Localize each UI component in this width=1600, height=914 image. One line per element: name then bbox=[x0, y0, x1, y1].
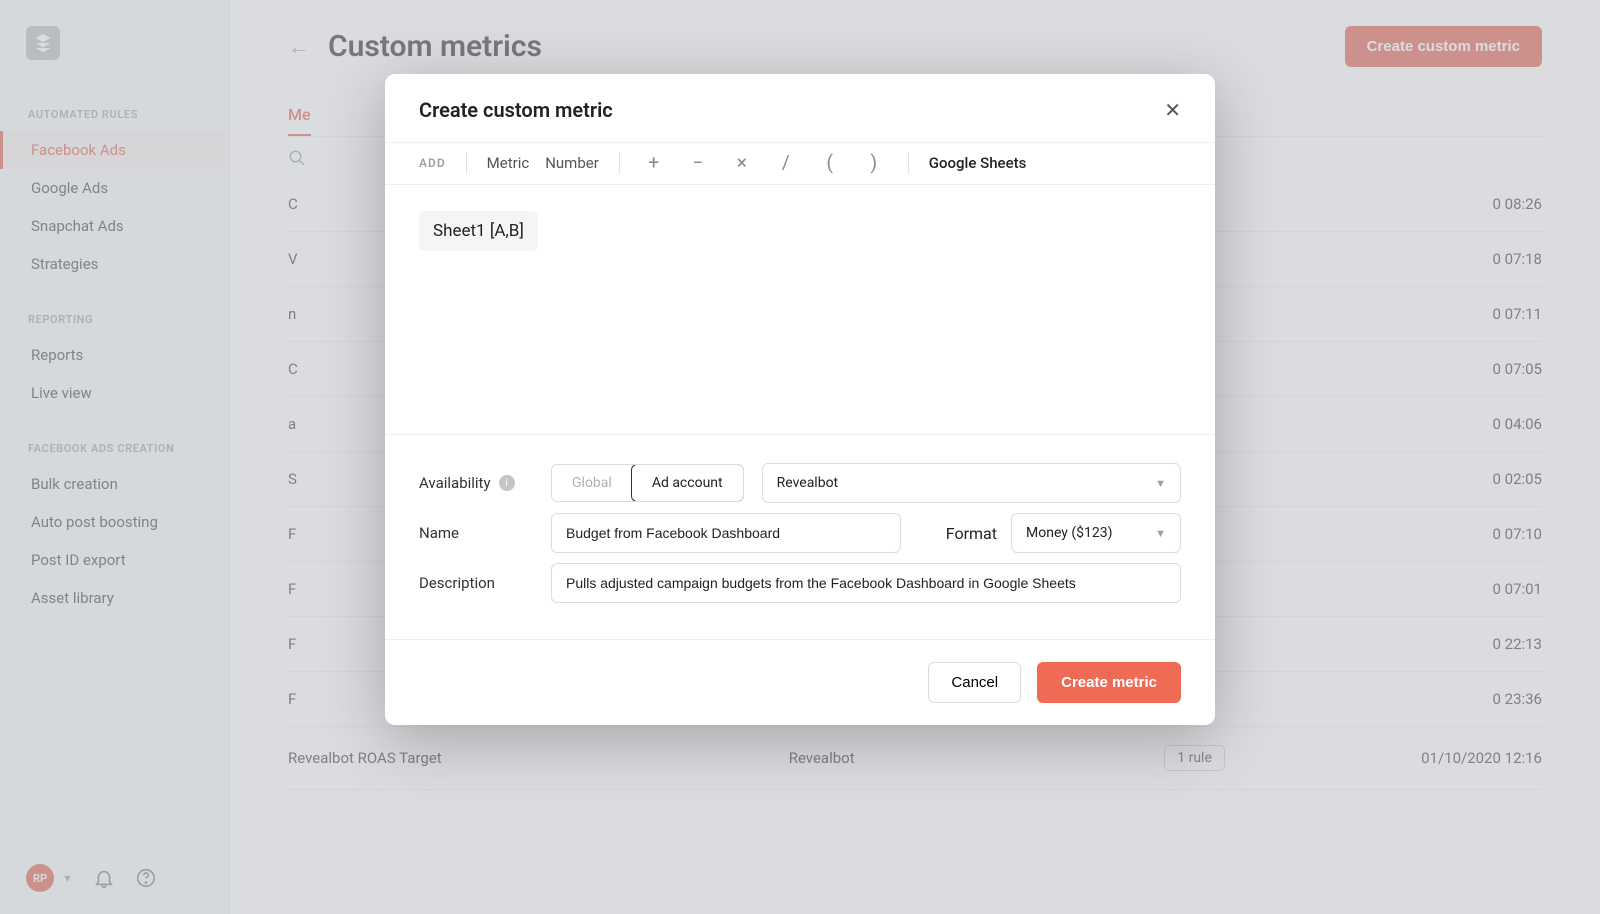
operator-plus[interactable]: + bbox=[640, 151, 668, 174]
create-custom-metric-modal: Create custom metric ✕ ADD Metric Number… bbox=[385, 74, 1215, 725]
availability-label: Availability i bbox=[419, 474, 551, 492]
operator-minus[interactable]: − bbox=[684, 151, 712, 174]
name-label: Name bbox=[419, 524, 551, 542]
ad-account-select[interactable]: Revealbot ▼ bbox=[762, 463, 1181, 503]
format-label: Format bbox=[946, 524, 997, 543]
operator-close-paren[interactable]: ) bbox=[860, 151, 888, 174]
modal-overlay: Create custom metric ✕ ADD Metric Number… bbox=[0, 0, 1600, 914]
formula-chip-sheet-ref[interactable]: Sheet1 [A,B] bbox=[419, 211, 538, 251]
formula-toolbar: ADD Metric Number + − × / ( ) Google She… bbox=[385, 142, 1215, 185]
operator-divide[interactable]: / bbox=[772, 151, 800, 174]
operator-multiply[interactable]: × bbox=[728, 151, 756, 174]
google-sheets-link[interactable]: Google Sheets bbox=[929, 154, 1027, 172]
close-icon[interactable]: ✕ bbox=[1164, 98, 1181, 122]
toolbar-add-label: ADD bbox=[419, 156, 446, 170]
insert-metric-link[interactable]: Metric bbox=[487, 154, 530, 172]
description-label: Description bbox=[419, 574, 551, 592]
chevron-down-icon: ▼ bbox=[1155, 477, 1166, 490]
formula-editor[interactable]: Sheet1 [A,B] bbox=[385, 185, 1215, 435]
operator-open-paren[interactable]: ( bbox=[816, 151, 844, 174]
cancel-button[interactable]: Cancel bbox=[928, 662, 1021, 703]
metric-name-input[interactable] bbox=[551, 513, 901, 553]
insert-number-link[interactable]: Number bbox=[545, 154, 599, 172]
format-select[interactable]: Money ($123) ▼ bbox=[1011, 513, 1181, 553]
availability-ad-account[interactable]: Ad account bbox=[631, 464, 744, 502]
info-icon[interactable]: i bbox=[499, 475, 515, 491]
chevron-down-icon: ▼ bbox=[1155, 527, 1166, 540]
description-input[interactable] bbox=[551, 563, 1181, 603]
availability-global[interactable]: Global bbox=[552, 465, 632, 501]
create-metric-button[interactable]: Create metric bbox=[1037, 662, 1181, 703]
modal-title: Create custom metric bbox=[419, 98, 613, 122]
availability-toggle[interactable]: Global Ad account bbox=[551, 464, 744, 502]
